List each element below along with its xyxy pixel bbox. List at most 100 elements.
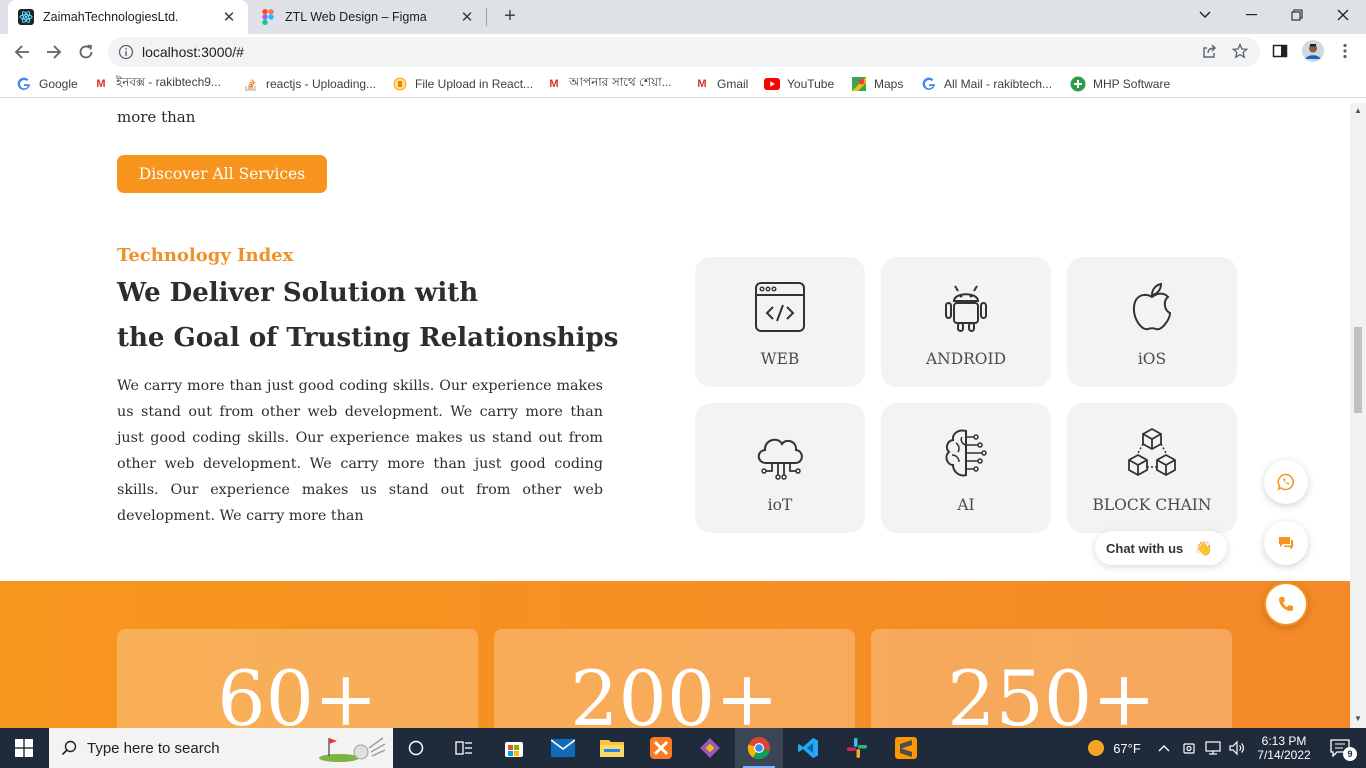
tech-label: iOS	[1137, 350, 1167, 368]
bookmark-google[interactable]: Google	[16, 75, 78, 93]
scroll-down-icon[interactable]: ▼	[1354, 715, 1362, 723]
search-icon	[61, 740, 77, 756]
google-icon	[921, 76, 937, 92]
plus-circle-icon	[1070, 76, 1086, 92]
discover-services-button[interactable]: Discover All Services	[117, 155, 327, 193]
stat-card: 60+	[117, 629, 478, 728]
new-tab-icon[interactable]: +	[498, 5, 522, 29]
gmail-icon: M	[549, 78, 559, 90]
network-icon[interactable]	[1202, 728, 1224, 768]
chat-with-us-label[interactable]: Chat with us 👋	[1095, 531, 1227, 565]
tech-card-ai[interactable]: AI	[881, 403, 1051, 533]
weather-widget[interactable]: 67°F	[1078, 728, 1150, 768]
stat-number: 250+	[947, 654, 1156, 729]
bookmark-label: আপনার সাথে শেয়া...	[569, 75, 672, 89]
tech-card-android[interactable]: ANDROID	[881, 257, 1051, 387]
bookmark-all-mail[interactable]: All Mail - rakibtech...	[921, 75, 1052, 93]
scrollbar-thumb[interactable]	[1354, 327, 1362, 413]
tech-label: ioT	[767, 496, 793, 514]
tab-search-icon[interactable]	[1182, 0, 1228, 30]
android-icon	[945, 285, 987, 332]
gmail-icon: M	[697, 78, 707, 90]
microsoft-store-icon[interactable]	[490, 728, 538, 768]
site-info-icon[interactable]	[118, 44, 134, 60]
tab-figma[interactable]: ZTL Web Design – Figma ✕	[250, 0, 486, 34]
vscode-icon[interactable]	[784, 728, 832, 768]
chat-label-text: Chat with us	[1106, 540, 1184, 556]
tab-title: ZaimahTechnologiesLtd.	[43, 10, 179, 24]
section-eyebrow: Technology Index	[117, 245, 294, 266]
stackoverflow-icon	[243, 76, 259, 92]
file-explorer-icon[interactable]	[588, 728, 636, 768]
chat-button[interactable]	[1264, 521, 1308, 565]
tab-divider	[486, 8, 487, 26]
xampp-icon[interactable]	[637, 728, 685, 768]
bookmark-label: Gmail	[717, 77, 749, 91]
bookmark-youtube[interactable]: YouTube	[764, 75, 834, 93]
mail-icon[interactable]	[539, 728, 587, 768]
back-icon[interactable]	[10, 40, 34, 64]
clock[interactable]: 6:13 PM 7/14/2022	[1252, 728, 1316, 768]
task-view-icon[interactable]	[393, 728, 439, 768]
close-tab-icon[interactable]: ✕	[220, 8, 238, 26]
windows-start-icon[interactable]	[0, 728, 48, 768]
whatsapp-button[interactable]	[1264, 460, 1308, 504]
forward-icon[interactable]	[42, 40, 66, 64]
bookmark-file-upload[interactable]: File Upload in React...	[392, 75, 533, 93]
restore-icon[interactable]	[1274, 0, 1320, 30]
bookmark-mhp[interactable]: MHP Software	[1070, 75, 1170, 93]
bookmark-shared[interactable]: M আপনার সাথে শেয়া...	[546, 75, 672, 93]
chrome-taskbar-icon[interactable]	[735, 728, 783, 768]
chevron-up-icon[interactable]	[1152, 728, 1176, 768]
share-icon[interactable]	[1200, 42, 1218, 60]
tech-label: WEB	[760, 350, 800, 368]
tab-title: ZTL Web Design – Figma	[285, 10, 427, 24]
tech-card-web[interactable]: WEB	[695, 257, 865, 387]
tab-zaimah[interactable]: ZaimahTechnologiesLtd. ✕	[8, 0, 248, 34]
bookmark-gmail[interactable]: M Gmail	[694, 75, 748, 93]
profile-avatar[interactable]	[1302, 40, 1324, 62]
notification-center-icon[interactable]: 9	[1320, 728, 1360, 768]
reload-icon[interactable]	[74, 40, 98, 64]
stats-section: 60+ 200+ 250+	[0, 581, 1350, 728]
react-icon	[18, 9, 34, 25]
side-panel-icon[interactable]	[1271, 42, 1289, 60]
bookmark-label: ইনবক্স - rakibtech9...	[116, 75, 221, 89]
bookmark-label: MHP Software	[1093, 77, 1171, 91]
scroll-up-icon[interactable]: ▲	[1354, 107, 1362, 115]
bookmark-star-icon[interactable]	[1231, 42, 1249, 60]
stat-number: 200+	[570, 654, 779, 729]
menu-dots-icon[interactable]	[1336, 42, 1354, 60]
cloud-circuit-icon	[757, 438, 803, 480]
tech-card-blockchain[interactable]: BLOCK CHAIN	[1067, 403, 1237, 533]
figma-icon	[260, 9, 276, 25]
widgets-icon[interactable]	[441, 728, 487, 768]
tab-strip: ZaimahTechnologiesLtd. ✕ ZTL Web Design …	[0, 0, 1366, 34]
sublime-text-icon[interactable]	[882, 728, 930, 768]
maps-icon	[851, 76, 867, 92]
web-code-icon	[755, 282, 805, 332]
stat-card: 200+	[494, 629, 855, 728]
bookmark-maps[interactable]: Maps	[851, 75, 903, 93]
browser-toolbar: localhost:3000/#	[0, 34, 1366, 70]
address-bar[interactable]: localhost:3000/#	[108, 37, 1260, 67]
bookmark-inbox[interactable]: M ইনবক্স - rakibtech9...	[93, 75, 221, 93]
taskbar-search[interactable]: Type here to search	[49, 728, 393, 768]
page-scrollbar[interactable]: ▲ ▼	[1350, 103, 1366, 728]
close-tab-icon[interactable]: ✕	[458, 8, 476, 26]
volume-icon[interactable]	[1226, 728, 1248, 768]
call-button[interactable]	[1264, 582, 1308, 626]
git-app-icon[interactable]	[686, 728, 734, 768]
tech-card-ios[interactable]: iOS	[1067, 257, 1237, 387]
bookmark-reactjs[interactable]: reactjs - Uploading...	[243, 75, 376, 93]
youtube-icon	[764, 76, 780, 92]
notification-count-badge: 9	[1343, 747, 1357, 761]
minimize-icon[interactable]	[1228, 0, 1274, 30]
tech-card-iot[interactable]: ioT	[695, 403, 865, 533]
bookmark-site-icon	[392, 76, 408, 92]
onedrive-status-icon[interactable]	[1178, 728, 1200, 768]
windows-taskbar: Type here to search 67°F 6:13 PM 7/14/20…	[0, 728, 1366, 768]
slack-icon[interactable]	[833, 728, 881, 768]
close-window-icon[interactable]	[1320, 0, 1366, 30]
brain-circuit-icon	[945, 429, 987, 477]
